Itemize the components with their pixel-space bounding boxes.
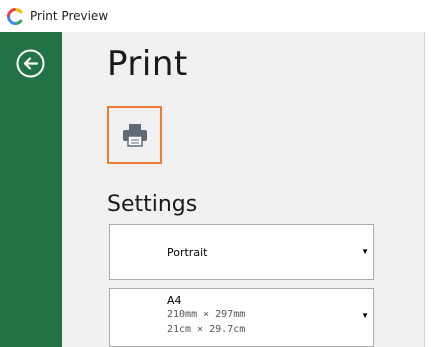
paper-size-mm: 210mm × 297mm [167,309,246,320]
title-bar: Print Preview [0,0,432,32]
orientation-value: Portrait [167,246,208,259]
paper-size-name: A4 [167,294,182,307]
app-logo-icon [7,8,24,25]
main-panel: Print Settings Portrait ▼ A4 210mm × 297… [62,32,424,347]
window-edge [424,32,432,347]
window-title: Print Preview [30,9,109,23]
print-button[interactable] [107,106,162,164]
orientation-dropdown[interactable]: Portrait ▼ [109,224,374,280]
back-button[interactable] [15,48,46,79]
page-title: Print [107,44,188,84]
sidebar [0,32,62,347]
settings-heading: Settings [107,192,198,217]
printer-icon [123,124,147,147]
paper-size-cm: 21cm × 29.7cm [167,324,246,335]
back-arrow-icon [16,49,45,78]
dropdown-arrow-icon: ▼ [361,247,369,256]
dropdown-arrow-icon: ▼ [361,311,369,320]
paper-size-dropdown[interactable]: A4 210mm × 297mm 21cm × 29.7cm ▼ [109,288,374,347]
